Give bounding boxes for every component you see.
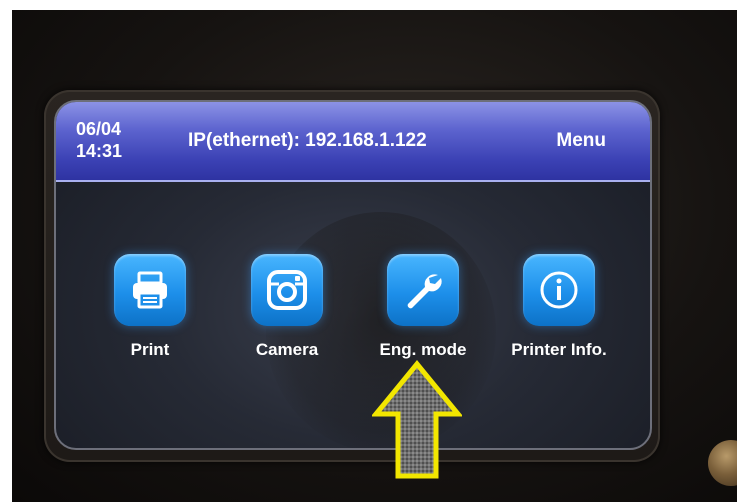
info-icon: [523, 254, 595, 326]
control-knob: [708, 440, 737, 486]
printer-icon: [114, 254, 186, 326]
eng-mode-label: Eng. mode: [379, 340, 467, 359]
ip-address-text: IP(ethernet): 192.168.1.122: [188, 130, 427, 151]
camera-tile[interactable]: Camera: [237, 254, 337, 360]
printer-info-label: Printer Info.: [511, 340, 607, 359]
camera-label: Camera: [255, 340, 319, 359]
datetime-display: 06/04 14:31: [76, 118, 122, 162]
eng-mode-tile[interactable]: Eng. mode: [373, 254, 473, 360]
printer-info-tile[interactable]: Printer Info.: [509, 254, 609, 360]
print-label: Print: [130, 340, 170, 359]
photo-background: 06/04 14:31 IP(ethernet): 192.168.1.122 …: [12, 10, 737, 502]
touch-screen: 06/04 14:31 IP(ethernet): 192.168.1.122 …: [54, 100, 652, 450]
date-text: 06/04: [76, 119, 122, 139]
yellow-arrow-icon: [372, 360, 462, 479]
status-header: 06/04 14:31 IP(ethernet): 192.168.1.122 …: [56, 102, 650, 182]
menu-button[interactable]: Menu: [556, 130, 606, 152]
time-text: 14:31: [76, 141, 123, 161]
wrench-icon: [387, 254, 459, 326]
camera-icon: [251, 254, 323, 326]
print-tile[interactable]: Print: [100, 254, 200, 360]
